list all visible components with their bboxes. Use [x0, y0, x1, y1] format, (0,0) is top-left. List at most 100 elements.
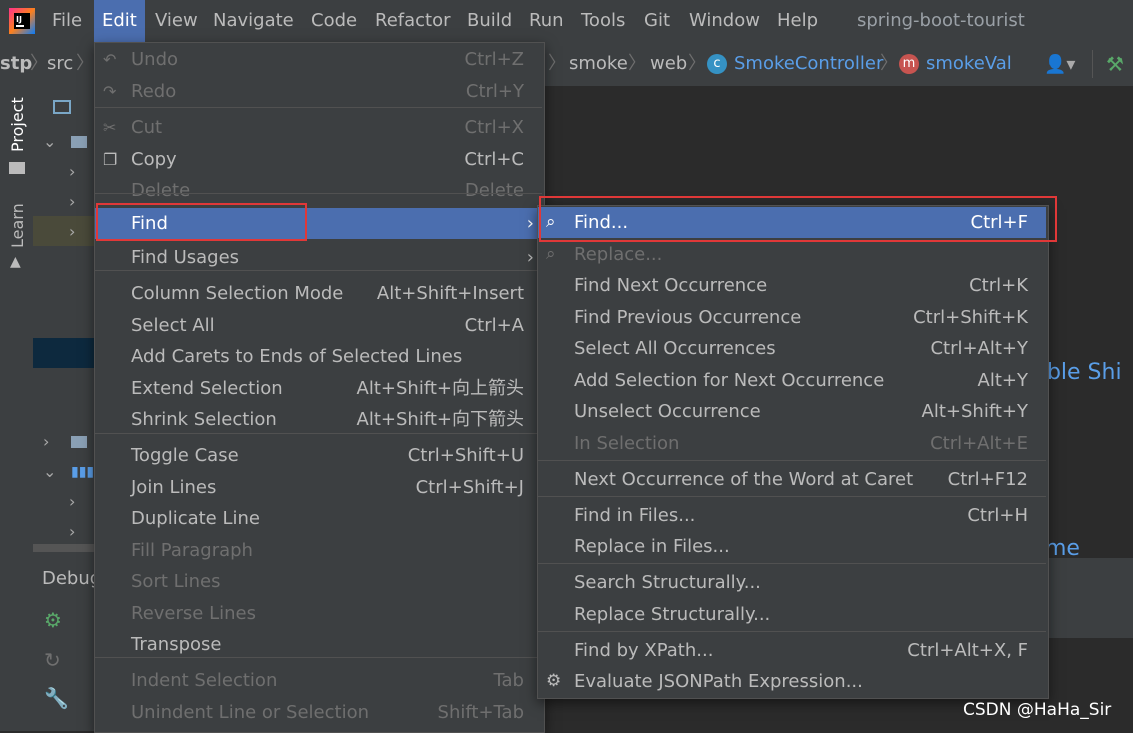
tree-expand-icon[interactable]: ⌄ [43, 462, 56, 481]
search-icon: ⌕ [546, 212, 556, 232]
edit-menu-item-cut: Cut Ctrl+X ✂ [95, 112, 542, 143]
menu-item-shortcut: Ctrl+H [967, 505, 1028, 526]
tree-row-selected [33, 338, 95, 368]
tree-collapse-icon[interactable]: › [69, 192, 75, 211]
breadcrumb-web[interactable]: web [650, 42, 687, 86]
find-submenu: Find... Ctrl+F ⌕ Replace... ⌕ Find Next Occur… [537, 205, 1049, 699]
menu-separator [538, 460, 1046, 461]
menu-item-label: Column Selection Mode [131, 283, 344, 304]
edit-menu-item-find-usages[interactable]: Find Usages › [95, 242, 542, 273]
tree-collapse-icon[interactable]: › [69, 162, 75, 181]
menu-item-shortcut: Ctrl+F [970, 212, 1028, 233]
find-menu-item-replace: Replace... ⌕ [538, 239, 1046, 270]
breadcrumb-smoke-controller[interactable]: SmokeController [734, 42, 883, 86]
scrollbar[interactable] [33, 544, 95, 552]
find-menu-item-find[interactable]: Find... Ctrl+F ⌕ [538, 207, 1046, 238]
breadcrumb-smoke[interactable]: smoke [569, 42, 628, 86]
find-menu-item-find-previous-occurrence[interactable]: Find Previous Occurrence Ctrl+Shift+K [538, 302, 1046, 333]
menu-item-shortcut: Ctrl+Z [464, 49, 524, 70]
learn-tool-tab[interactable]: Learn [8, 203, 27, 248]
user-icon[interactable]: 👤▾ [1044, 54, 1075, 75]
debug-bug-icon[interactable]: ⚙ [44, 608, 62, 632]
menu-item-label: Fill Paragraph [131, 540, 253, 561]
find-menu-item-search-structurally[interactable]: Search Structurally... [538, 567, 1046, 598]
tree-collapse-icon[interactable]: › [43, 432, 49, 451]
menu-item-shortcut: Delete [464, 180, 524, 201]
menu-item-label: Redo [131, 81, 177, 102]
find-menu-item-in-selection: In Selection Ctrl+Alt+E [538, 428, 1046, 459]
tree-expand-icon[interactable]: ⌄ [43, 132, 56, 151]
menu-item-shortcut: Ctrl+Alt+Y [930, 338, 1028, 359]
menu-separator [95, 107, 542, 108]
edit-menu-item-extend-selection[interactable]: Extend Selection Alt+Shift+向上箭头 [95, 373, 542, 404]
edit-menu-item-select-all[interactable]: Select All Ctrl+A [95, 310, 542, 341]
menu-item-label: Find... [574, 212, 629, 233]
build-hammer-icon[interactable]: ⚒ [1106, 52, 1124, 76]
find-menu-item-find-next-occurrence[interactable]: Find Next Occurrence Ctrl+K [538, 270, 1046, 301]
menu-item-label: Transpose [131, 634, 222, 655]
menu-bar: IJ File Edit View Navigate Code Refactor… [0, 0, 1133, 42]
menu-help[interactable]: Help [769, 0, 826, 42]
edit-menu-item-reverse-lines: Reverse Lines [95, 598, 542, 629]
menu-item-label: Replace in Files... [574, 536, 730, 557]
menu-item-label: Duplicate Line [131, 508, 260, 529]
find-menu-item-replace-structurally[interactable]: Replace Structurally... [538, 599, 1046, 630]
menu-refactor[interactable]: Refactor [367, 0, 459, 42]
intellij-logo-icon: IJ [9, 8, 35, 34]
menu-separator [95, 657, 542, 658]
tree-collapse-icon[interactable]: › [69, 492, 75, 511]
rerun-icon[interactable]: ↻ [44, 648, 61, 672]
menu-build[interactable]: Build [459, 0, 520, 42]
find-menu-item-add-selection-for-next-occurrence[interactable]: Add Selection for Next Occurrence Alt+Y [538, 365, 1046, 396]
edit-menu-item-toggle-case[interactable]: Toggle Case Ctrl+Shift+U [95, 440, 542, 471]
menu-item-label: Unselect Occurrence [574, 401, 761, 422]
menu-view[interactable]: View [147, 0, 206, 42]
menu-item-shortcut: Ctrl+Y [465, 81, 524, 102]
tree-collapse-icon[interactable]: › [69, 522, 75, 541]
menu-item-label: Add Carets to Ends of Selected Lines [131, 346, 463, 367]
menu-window[interactable]: Window [681, 0, 768, 42]
menu-item-shortcut: Alt+Shift+Insert [376, 283, 524, 304]
class-icon: c [707, 54, 727, 74]
menu-separator [95, 270, 542, 271]
find-menu-item-unselect-occurrence[interactable]: Unselect Occurrence Alt+Shift+Y [538, 396, 1046, 427]
menu-tools[interactable]: Tools [573, 0, 633, 42]
tree-collapse-icon[interactable]: › [69, 222, 75, 241]
menu-git[interactable]: Git [636, 0, 678, 42]
menu-item-shortcut: Ctrl+F12 [947, 469, 1028, 490]
wrench-icon[interactable]: 🔧 [44, 686, 69, 710]
replace-icon: ⌕ [546, 244, 556, 264]
menu-item-shortcut: Ctrl+K [969, 275, 1028, 296]
menu-navigate[interactable]: Navigate [205, 0, 302, 42]
menu-file[interactable]: File [44, 0, 90, 42]
menu-item-label: Copy [131, 149, 177, 170]
menu-item-shortcut: Alt+Shift+向上箭头 [356, 378, 524, 399]
edit-menu-item-column-selection-mode[interactable]: Column Selection Mode Alt+Shift+Insert [95, 278, 542, 309]
method-icon: m [899, 54, 919, 74]
edit-menu-item-shrink-selection[interactable]: Shrink Selection Alt+Shift+向下箭头 [95, 404, 542, 435]
tree-row-highlight [33, 216, 95, 246]
breadcrumb-root[interactable]: stp [0, 42, 32, 86]
breadcrumb-smoke-val[interactable]: smokeVal [926, 42, 1012, 86]
menu-edit[interactable]: Edit [94, 0, 145, 42]
find-menu-item-select-all-occurrences[interactable]: Select All Occurrences Ctrl+Alt+Y [538, 333, 1046, 364]
find-menu-item-replace-in-files[interactable]: Replace in Files... [538, 531, 1046, 562]
find-menu-item-evaluate-jsonpath-expression[interactable]: Evaluate JSONPath Expression... ⚙ [538, 666, 1046, 697]
edit-menu-item-copy[interactable]: Copy Ctrl+C ❐ [95, 144, 542, 175]
find-menu-item-find-in-files[interactable]: Find in Files... Ctrl+H [538, 500, 1046, 531]
project-tool-tab[interactable]: Project [8, 97, 27, 152]
edit-menu-item-duplicate-line[interactable]: Duplicate Line [95, 503, 542, 534]
redo-icon: ↷ [103, 82, 117, 101]
edit-menu-item-transpose[interactable]: Transpose [95, 629, 542, 660]
edit-menu-item-find[interactable]: Find › [95, 208, 542, 239]
menu-run[interactable]: Run [521, 0, 572, 42]
breadcrumb-src[interactable]: src [47, 42, 73, 86]
cut-icon: ✂ [103, 118, 117, 137]
edit-menu-item-add-carets-to-ends-of-selected-lines[interactable]: Add Carets to Ends of Selected Lines [95, 341, 542, 372]
menu-code[interactable]: Code [303, 0, 365, 42]
debug-tool-label[interactable]: Debug [42, 568, 101, 589]
find-menu-item-next-occurrence-of-the-word-at-caret[interactable]: Next Occurrence of the Word at Caret Ctrl… [538, 464, 1046, 495]
menu-item-label: Find Next Occurrence [574, 275, 768, 296]
find-menu-item-find-by-xpath[interactable]: Find by XPath... Ctrl+Alt+X, F [538, 635, 1046, 666]
edit-menu-item-join-lines[interactable]: Join Lines Ctrl+Shift+J [95, 472, 542, 503]
